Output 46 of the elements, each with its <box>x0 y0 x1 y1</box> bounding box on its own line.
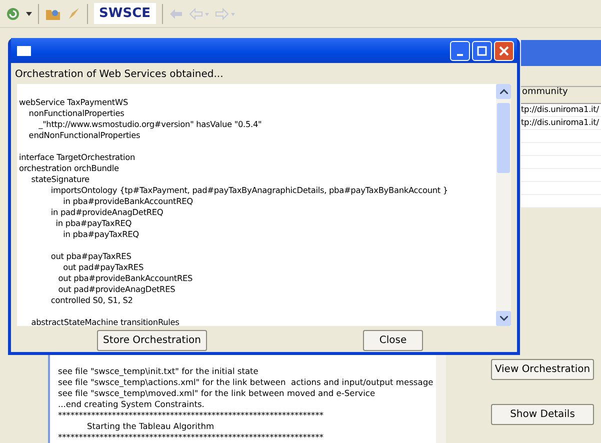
minimize-icon <box>457 54 463 56</box>
code-line: endNonFunctionalProperties <box>28 130 142 141</box>
code-line: nonFunctionalProperties <box>28 108 126 119</box>
maximize-icon <box>477 46 487 56</box>
scrollbar[interactable] <box>496 84 511 326</box>
log-line: **************************************************************** <box>58 410 324 421</box>
dialog-button[interactable]: Close <box>363 330 423 351</box>
dialog-button[interactable]: Store Orchestration <box>97 330 207 351</box>
log-line: see file "swsce_temp\moved.xml" for the link between moved and e-Service <box>58 388 376 399</box>
close-icon <box>499 46 509 56</box>
code-line: _"http://www.wsmostudio.org#version" hasValue "0.5.4" <box>38 119 263 130</box>
log-line: see file "swsce_temp\actions.xml" for the link between actions and input/output message <box>58 377 434 388</box>
code-line: out pad#payTaxRES <box>62 262 145 273</box>
scroll-down-icon[interactable] <box>500 316 508 321</box>
log-line: see file "swsce_temp\init.txt" for the initial state <box>58 366 260 377</box>
code-line: importsOntology {tp#TaxPayment, pad#payTaxByAnagraphicDetails, pba#payTaxByBankAccount } <box>50 185 449 196</box>
log-line: ...end creating System Constraints. <box>58 399 206 410</box>
code-line: out pad#provideAnagDetRES <box>57 284 176 295</box>
code-line: orchestration orchBundle <box>19 163 120 174</box>
close-button[interactable] <box>494 40 514 60</box>
code-line: stateSignature <box>30 174 90 185</box>
code-line: in pad#provideAnagDetREQ <box>50 207 164 218</box>
code-line: in pba#payTaxREQ <box>54 218 133 229</box>
window-icon <box>17 46 31 56</box>
side-button[interactable]: Show Details <box>491 404 594 425</box>
minimize-button[interactable] <box>450 40 470 60</box>
code-line: controlled S0, S1, S2 <box>50 295 134 306</box>
dialog-message: Orchestration of Web Services obtained... <box>14 68 224 82</box>
table-cell: tp://dis.uniroma1.it/ <box>521 117 601 130</box>
log-line: Starting the Tableau Algorithm <box>86 421 216 432</box>
refresh-icon[interactable] <box>6 6 20 20</box>
table-cell: tp://dis.uniroma1.it/ <box>521 104 601 117</box>
code-line: webService TaxPaymentWS <box>19 97 129 108</box>
code-line: out pba#payTaxRES <box>50 251 132 262</box>
code-line: interface TargetOrchestration <box>19 152 136 163</box>
scroll-up-icon[interactable] <box>500 89 508 94</box>
code-line: in pba#provideBankAccountREQ <box>62 196 194 207</box>
maximize-button[interactable] <box>472 40 492 60</box>
swsce-button[interactable]: SWSCE <box>94 3 156 24</box>
column-header[interactable]: ommunity <box>521 87 601 104</box>
code-line: abstractStateMachine transitionRules <box>30 317 180 328</box>
code-line: in pba#payTaxREQ <box>62 229 140 240</box>
log-line: **************************************************************** <box>58 432 324 443</box>
dropdown-icon[interactable] <box>26 12 32 16</box>
side-button[interactable]: View Orchestration <box>491 359 594 380</box>
code-line: out pba#provideBankAccountRES <box>57 273 194 284</box>
